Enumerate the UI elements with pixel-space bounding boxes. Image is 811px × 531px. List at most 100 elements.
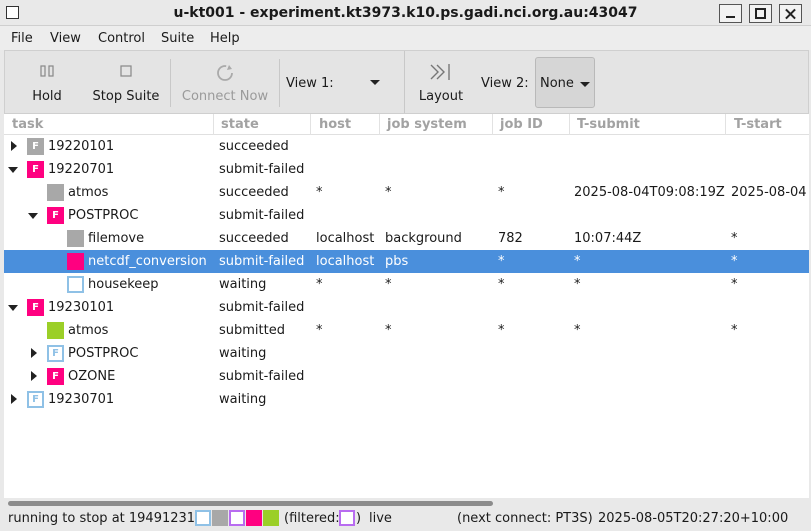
expander-collapsed-icon[interactable]: [31, 371, 37, 381]
maximize-button[interactable]: [749, 4, 772, 23]
layout-icon: [430, 63, 452, 85]
expander-collapsed-icon[interactable]: [31, 348, 37, 358]
family-submit-failed-icon: F: [27, 161, 44, 178]
task-state: waiting: [219, 277, 267, 292]
task-host: localhost: [316, 254, 375, 269]
task-name: 19220701: [48, 162, 115, 177]
column-header-state[interactable]: state: [221, 117, 259, 132]
column-header-job-id[interactable]: job ID: [500, 117, 543, 132]
layout-button[interactable]: Layout: [409, 51, 473, 113]
view2-dropdown[interactable]: None: [535, 57, 595, 108]
task-tree-view[interactable]: task state host job system job ID T-subm…: [4, 114, 809, 498]
expander-collapsed-icon[interactable]: [11, 394, 17, 404]
task-t-submit: 10:07:44Z: [574, 231, 642, 246]
column-header-host[interactable]: host: [319, 117, 351, 132]
connect-now-button[interactable]: Connect Now: [175, 51, 275, 113]
family-submit-failed-icon: F: [27, 299, 44, 316]
task-submitted-icon: [47, 322, 64, 339]
task-name: housekeep: [88, 277, 159, 292]
expander-expanded-icon[interactable]: [28, 213, 38, 219]
table-row[interactable]: F 19220101 succeeded: [4, 135, 809, 158]
column-header-job-system[interactable]: job system: [387, 117, 467, 132]
task-state: submitted: [219, 323, 285, 338]
view1-dropdown[interactable]: [360, 59, 394, 107]
table-row[interactable]: F OZONE submit-failed: [4, 365, 809, 388]
window-title: u-kt001 - experiment.kt3973.k10.ps.gadi.…: [173, 5, 638, 21]
filtered-label: (filtered:: [284, 511, 340, 526]
menu-help[interactable]: Help: [210, 31, 240, 46]
stop-suite-label: Stop Suite: [92, 89, 160, 104]
task-name: 19230101: [48, 300, 115, 315]
task-t-submit: *: [574, 323, 581, 338]
task-t-submit: 2025-08-04T09:08:19Z: [574, 185, 725, 200]
task-name: 19230701: [48, 392, 115, 407]
task-job-id: *: [498, 254, 505, 269]
minimize-button[interactable]: [719, 4, 742, 23]
legend-submitted-icon: [263, 510, 279, 526]
task-job-id: *: [498, 277, 505, 292]
column-header-task[interactable]: task: [12, 117, 43, 132]
table-row-selected[interactable]: netcdf_conversion submit-failed localhos…: [4, 250, 809, 273]
expander-collapsed-icon[interactable]: [11, 141, 17, 151]
column-header-row: task state host job system job ID T-subm…: [4, 114, 809, 135]
task-name: filemove: [88, 231, 145, 246]
view1-label: View 1:: [286, 76, 334, 91]
close-icon: [780, 5, 801, 22]
timestamp-text: 2025-08-05T20:27:20+10:00: [598, 511, 789, 526]
scrollbar-thumb[interactable]: [8, 501, 493, 506]
family-submit-failed-icon: F: [47, 368, 64, 385]
minimize-icon: [720, 5, 741, 22]
view2-value: None: [540, 76, 574, 91]
stop-suite-button[interactable]: Stop Suite: [89, 51, 163, 113]
legend-succeeded-icon: [212, 510, 228, 526]
family-submit-failed-icon: F: [47, 207, 64, 224]
horizontal-scrollbar[interactable]: [4, 498, 809, 508]
table-row[interactable]: atmos submitted * * * * *: [4, 319, 809, 342]
live-status: live: [369, 511, 392, 526]
menu-file[interactable]: File: [11, 31, 33, 46]
task-t-start: *: [731, 323, 738, 338]
menu-suite[interactable]: Suite: [161, 31, 194, 46]
table-row[interactable]: F 19220701 submit-failed: [4, 158, 809, 181]
connect-now-label: Connect Now: [181, 89, 269, 104]
expander-expanded-icon[interactable]: [8, 167, 18, 173]
task-state: submit-failed: [219, 254, 305, 269]
toolbar: Hold Stop Suite Connect Now View 1: Layo…: [4, 50, 809, 114]
task-name: netcdf_conversion: [88, 254, 207, 269]
task-job-id: *: [498, 323, 505, 338]
filtered-held-icon: [339, 510, 355, 526]
layout-label: Layout: [418, 89, 464, 104]
table-row[interactable]: filemove succeeded localhost background …: [4, 227, 809, 250]
task-job-id: 782: [498, 231, 523, 246]
task-state: submit-failed: [219, 369, 305, 384]
expander-expanded-icon[interactable]: [8, 305, 18, 311]
task-succeeded-icon: [67, 230, 84, 247]
table-row[interactable]: F POSTPROC waiting: [4, 342, 809, 365]
chevron-down-icon: [370, 80, 380, 85]
task-host: localhost: [316, 231, 375, 246]
toolbar-separator: [404, 51, 405, 113]
table-row[interactable]: F 19230101 submit-failed: [4, 296, 809, 319]
close-button[interactable]: [779, 4, 802, 23]
next-connect-text: (next connect: PT3S): [457, 511, 593, 526]
task-submit-failed-icon: [67, 253, 84, 270]
table-row[interactable]: F POSTPROC submit-failed: [4, 204, 809, 227]
family-waiting-icon: F: [27, 391, 44, 408]
column-header-t-start[interactable]: T-start: [734, 117, 782, 132]
maximize-icon: [750, 5, 771, 22]
task-job-system: *: [385, 277, 392, 292]
legend-held-icon: [229, 510, 245, 526]
stop-icon: [120, 63, 132, 81]
menu-control[interactable]: Control: [98, 31, 145, 46]
table-row[interactable]: F 19230701 waiting: [4, 388, 809, 411]
hold-button[interactable]: Hold: [5, 51, 89, 113]
table-row[interactable]: atmos succeeded * * * 2025-08-04T09:08:1…: [4, 181, 809, 204]
menu-view[interactable]: View: [50, 31, 81, 46]
menu-bar: File View Control Suite Help: [0, 26, 811, 50]
column-header-t-submit[interactable]: T-submit: [577, 117, 640, 132]
family-succeeded-icon: F: [27, 138, 44, 155]
task-waiting-icon: [67, 276, 84, 293]
view2-label: View 2:: [481, 76, 529, 91]
table-row[interactable]: housekeep waiting * * * * *: [4, 273, 809, 296]
legend-submit-failed-icon: [246, 510, 262, 526]
